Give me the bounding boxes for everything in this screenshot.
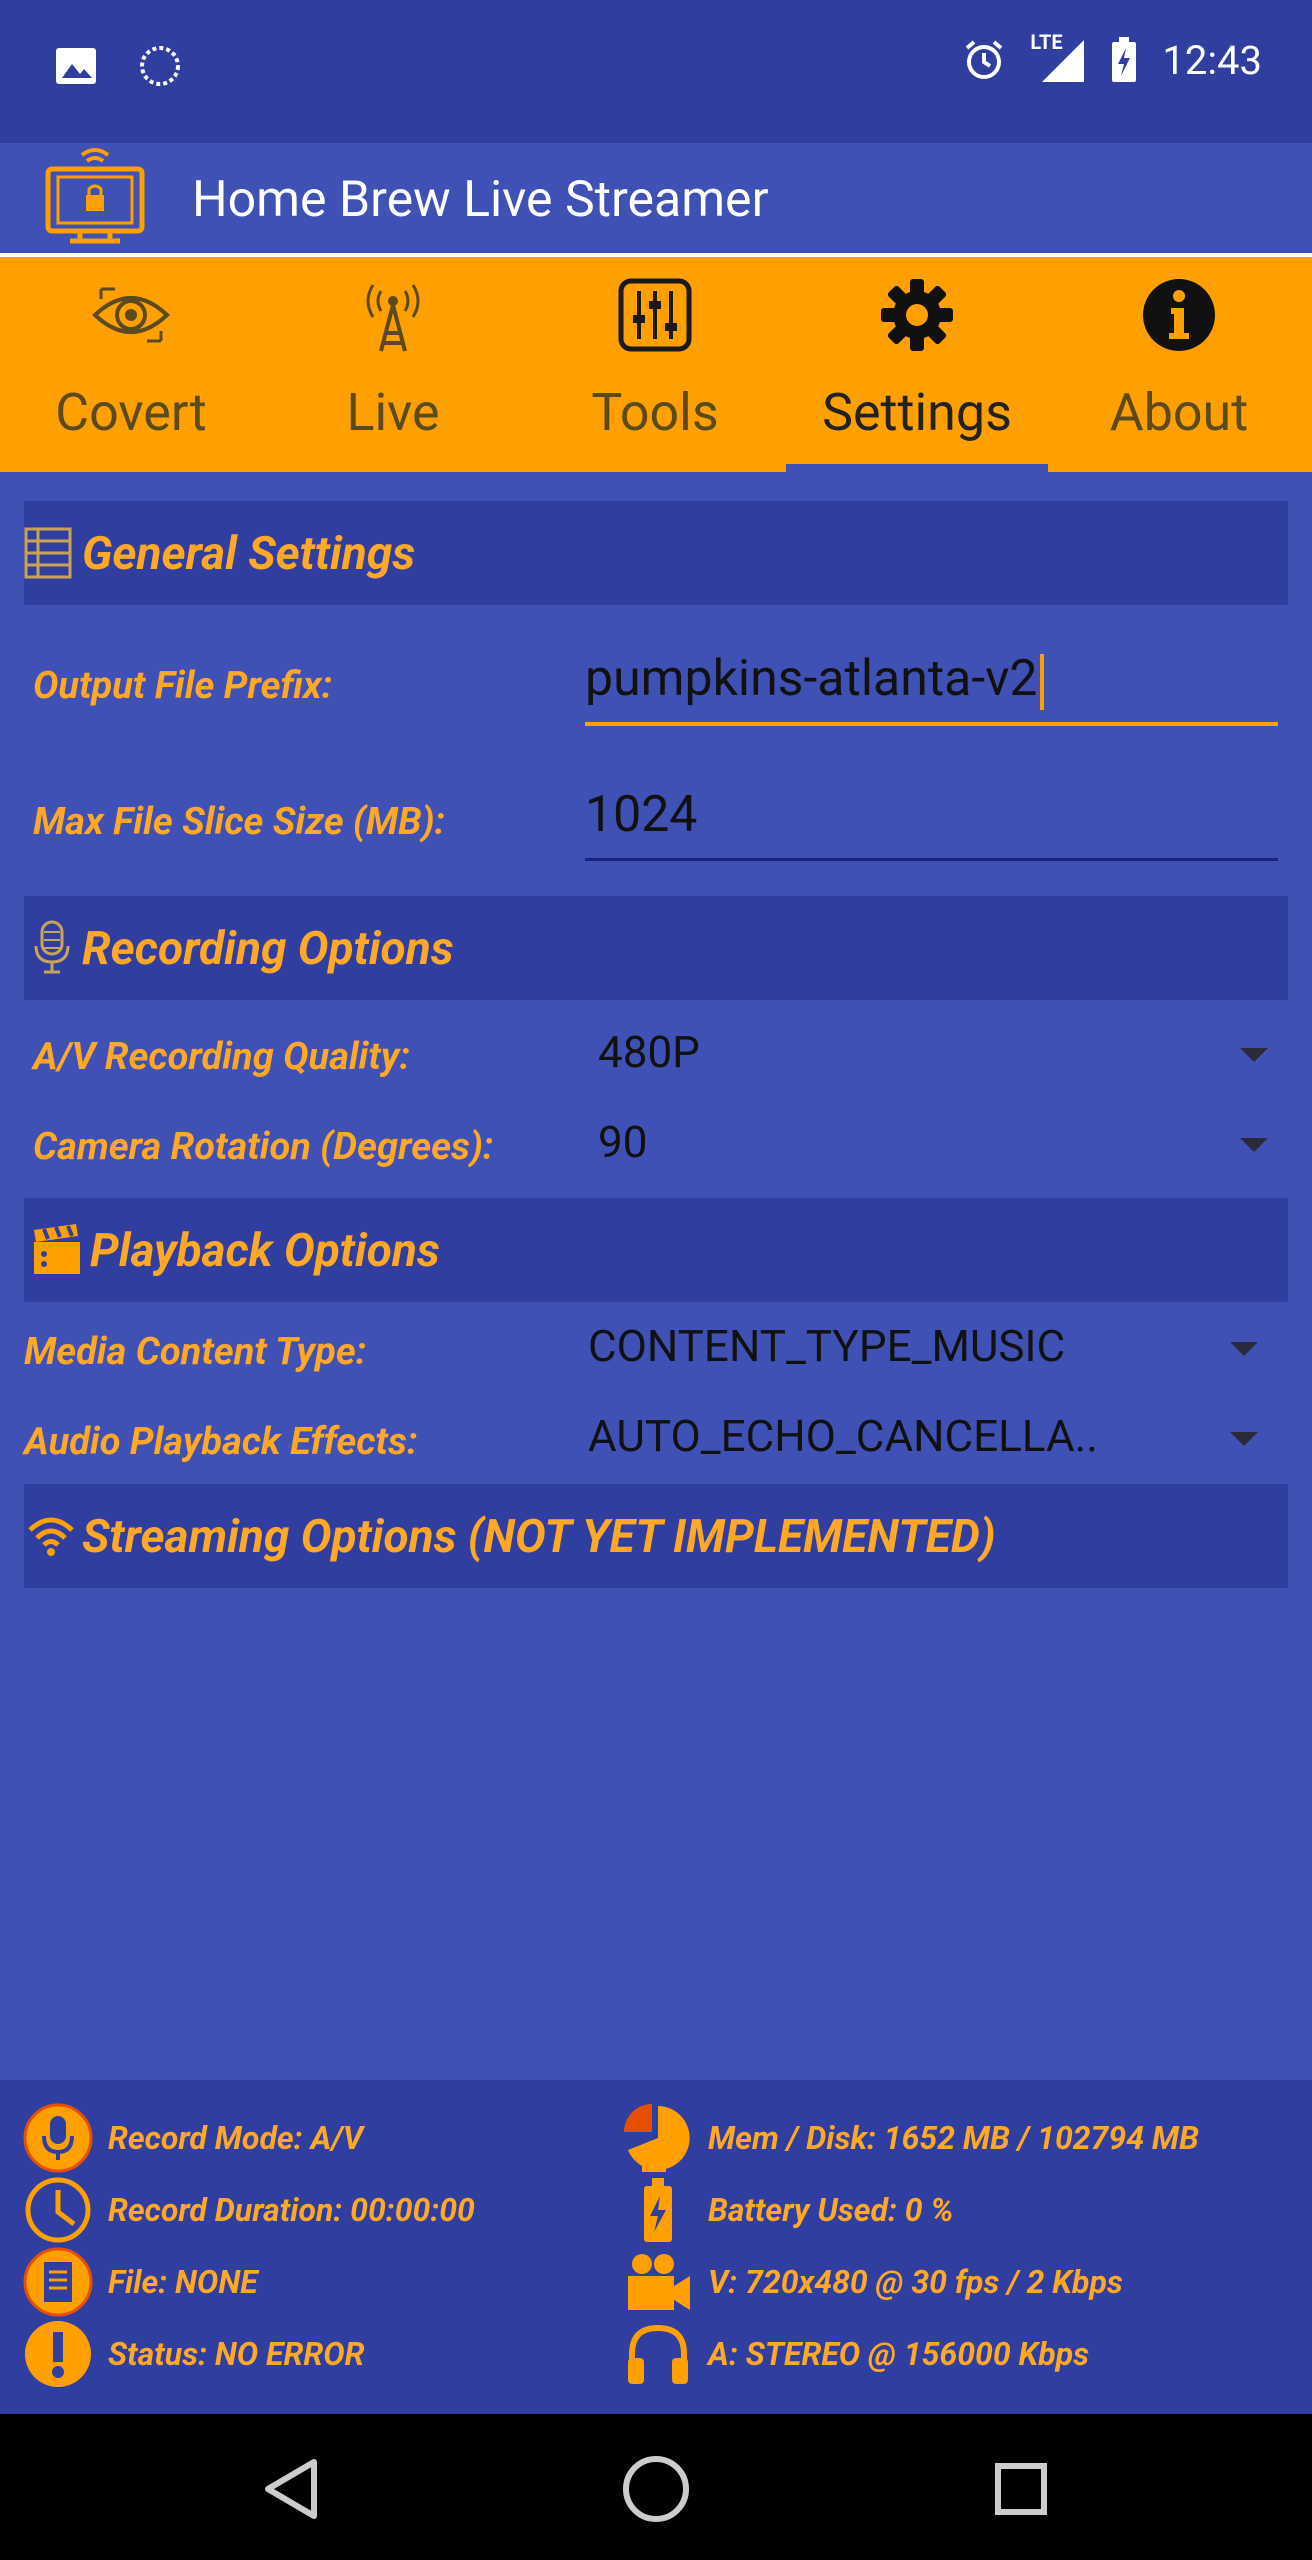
video-text: V: 720x480 @ 30 fps / 2 Kbps	[708, 2263, 1123, 2301]
camera-rotation-label: Camera Rotation (Degrees):	[33, 1125, 494, 1169]
audio-text: A: STEREO @ 156000 Kbps	[708, 2335, 1090, 2373]
tab-label: Settings	[822, 382, 1012, 443]
image-notification-icon	[56, 48, 96, 84]
video-stat: V: 720x480 @ 30 fps / 2 Kbps	[622, 2250, 1123, 2314]
sliders-icon	[618, 278, 692, 352]
clock-icon	[25, 2177, 91, 2243]
app-logo-icon	[45, 148, 145, 244]
tab-bar: Covert Live Tools Settings About	[0, 253, 1312, 474]
section-title: Playback Options	[90, 1224, 440, 1278]
tab-settings[interactable]: Settings	[786, 257, 1048, 472]
recording-options-header: Recording Options	[24, 896, 1288, 1000]
file-text: File: NONE	[108, 2263, 258, 2301]
dropdown-arrow-icon	[1230, 1342, 1258, 1356]
battery-text: Battery Used: 0 %	[708, 2191, 954, 2229]
camera-rotation-dropdown[interactable]: 90	[598, 1116, 1268, 1176]
record-mode-text: Record Mode: A/V	[108, 2119, 364, 2157]
av-quality-value: 480P	[598, 1026, 700, 1078]
system-navigation-bar	[0, 2414, 1312, 2560]
wifi-icon	[28, 1517, 74, 1556]
section-title: Recording Options	[82, 922, 454, 976]
clapperboard-icon	[34, 1224, 80, 1274]
output-prefix-value: pumpkins-atlanta-v2	[585, 650, 1038, 708]
status-stat: Status: NO ERROR	[22, 2321, 365, 2387]
back-icon[interactable]	[246, 2444, 336, 2534]
status-text: Status: NO ERROR	[108, 2335, 365, 2373]
media-content-value: CONTENT_TYPE_MUSIC	[588, 1320, 1066, 1372]
dropdown-arrow-icon	[1230, 1432, 1258, 1446]
dropdown-arrow-icon	[1240, 1138, 1268, 1152]
general-settings-header: General Settings	[24, 501, 1288, 605]
streaming-options-header: Streaming Options (NOT YET IMPLEMENTED)	[24, 1484, 1288, 1588]
document-icon	[23, 2247, 93, 2317]
battery-stat: Battery Used: 0 %	[622, 2178, 953, 2242]
tab-label: About	[1109, 382, 1249, 443]
recents-icon[interactable]	[976, 2444, 1066, 2534]
info-icon	[1143, 279, 1215, 351]
status-panel: Record Mode: A/V Record Duration: 00:00:…	[0, 2080, 1312, 2414]
audio-effects-dropdown[interactable]: AUTO_ECHO_CANCELLA..	[588, 1410, 1258, 1470]
clock-time: 12:43	[1162, 36, 1262, 84]
active-tab-indicator	[786, 464, 1048, 474]
section-title: Streaming Options (NOT YET IMPLEMENTED)	[82, 1510, 996, 1564]
camera-rotation-value: 90	[598, 1116, 648, 1168]
tab-label: Covert	[55, 382, 207, 443]
antenna-icon	[366, 284, 420, 352]
battery-charging-icon	[1112, 37, 1137, 82]
audio-effects-value: AUTO_ECHO_CANCELLA..	[588, 1410, 1098, 1462]
tab-label: Tools	[591, 382, 719, 443]
media-content-label: Media Content Type:	[24, 1330, 367, 1374]
dropdown-arrow-icon	[1240, 1048, 1268, 1062]
file-stat: File: NONE	[22, 2247, 258, 2317]
audio-effects-label: Audio Playback Effects:	[24, 1420, 418, 1464]
max-slice-input[interactable]: 1024	[585, 786, 1278, 861]
memory-pie-icon	[624, 2104, 690, 2172]
tab-label: Live	[346, 382, 440, 443]
app-toolbar: Home Brew Live Streamer	[0, 143, 1312, 253]
status-bar: LTE 12:43	[0, 0, 1312, 143]
playback-options-header: Playback Options	[24, 1198, 1288, 1302]
list-settings-icon	[24, 527, 72, 579]
video-camera-icon	[628, 2254, 690, 2310]
mem-disk-stat: Mem / Disk: 1652 MB / 102794 MB	[622, 2104, 1199, 2172]
max-slice-label: Max File Slice Size (MB):	[33, 800, 446, 844]
text-caret	[1039, 653, 1044, 710]
home-icon[interactable]	[611, 2444, 701, 2534]
app-title: Home Brew Live Streamer	[192, 171, 769, 229]
gear-icon	[881, 279, 953, 351]
av-quality-label: A/V Recording Quality:	[33, 1035, 411, 1079]
max-slice-value: 1024	[585, 786, 698, 844]
tab-about[interactable]: About	[1048, 257, 1310, 472]
record-duration-text: Record Duration: 00:00:00	[108, 2191, 475, 2229]
warning-icon	[25, 2321, 91, 2387]
output-prefix-label: Output File Prefix:	[33, 664, 333, 708]
output-prefix-input[interactable]: pumpkins-atlanta-v2	[585, 650, 1278, 726]
microphone-icon	[34, 920, 70, 974]
media-content-dropdown[interactable]: CONTENT_TYPE_MUSIC	[588, 1320, 1258, 1380]
section-title: General Settings	[82, 527, 416, 581]
audio-stat: A: STEREO @ 156000 Kbps	[622, 2322, 1089, 2386]
mem-disk-text: Mem / Disk: 1652 MB / 102794 MB	[708, 2119, 1199, 2157]
av-quality-dropdown[interactable]: 480P	[598, 1026, 1268, 1086]
alarm-icon	[966, 40, 1003, 79]
record-mode-stat: Record Mode: A/V	[22, 2103, 364, 2173]
headphones-icon	[628, 2324, 688, 2384]
record-duration-stat: Record Duration: 00:00:00	[22, 2177, 475, 2243]
tab-live[interactable]: Live	[262, 257, 524, 472]
signal-icon: LTE	[1030, 30, 1086, 84]
eye-icon	[92, 287, 170, 343]
battery-icon	[644, 2178, 672, 2242]
microphone-icon	[23, 2103, 93, 2173]
tab-covert[interactable]: Covert	[0, 257, 262, 472]
sync-notification-icon	[140, 46, 180, 86]
tab-tools[interactable]: Tools	[524, 257, 786, 472]
